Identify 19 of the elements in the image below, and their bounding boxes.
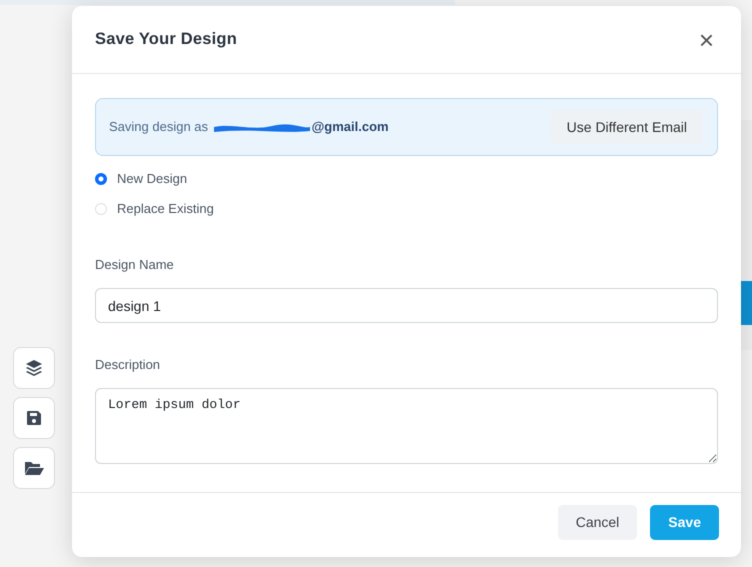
dialog-title: Save Your Design (95, 30, 237, 50)
layers-tool-button[interactable] (13, 347, 55, 389)
save-tool-button[interactable] (13, 397, 55, 439)
cancel-button[interactable]: Cancel (558, 504, 638, 540)
option-label: New Design (117, 170, 188, 188)
description-field[interactable]: Lorem ipsum dolor (95, 388, 718, 464)
panel-button-edge (741, 281, 752, 325)
use-different-email-button[interactable]: Use Different Email (550, 110, 703, 144)
radio-button[interactable] (95, 173, 107, 185)
save-icon (26, 410, 42, 426)
field-label: Design Name (95, 256, 174, 274)
field-label: Description (95, 356, 160, 374)
saving-as-text: Saving design as @gmail.com (109, 118, 389, 136)
design-name-field[interactable]: design 1 (95, 288, 718, 323)
folder-open-icon (24, 460, 44, 476)
option-label: Replace Existing (117, 200, 214, 218)
close-button[interactable]: × (694, 26, 718, 52)
layers-icon (25, 359, 43, 377)
open-tool-button[interactable] (13, 447, 55, 489)
